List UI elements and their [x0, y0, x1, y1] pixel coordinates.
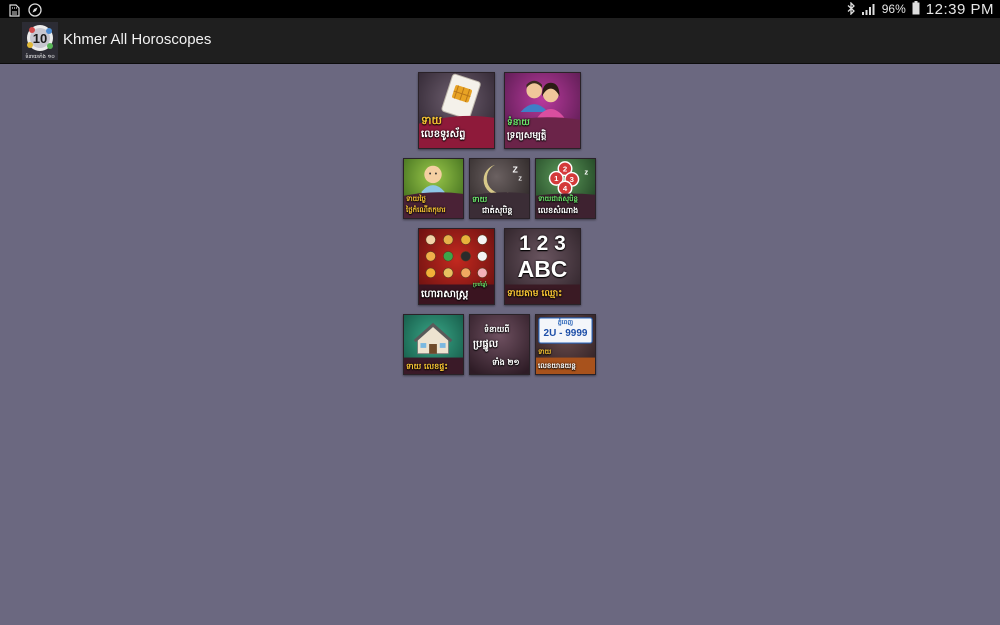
signal-icon — [861, 0, 876, 19]
tile-caption-top: ទំនាយ — [507, 118, 530, 128]
tile-caption-top: ទាយ — [421, 114, 442, 127]
tile-caption-main: ថ្ងៃកំណើតកុមារ — [406, 206, 446, 214]
svg-text:4: 4 — [563, 184, 568, 193]
tile-caption-top: ទាយថ្ងៃ — [406, 195, 426, 203]
tile-caption-top: ទំនាយពី — [484, 325, 510, 334]
tile-caption-top: ទាយ — [472, 195, 488, 204]
battery-percent: 96% — [881, 2, 906, 16]
tile-zodiac[interactable]: ហោរាសាស្ត្រ ប្រចាំឆ្នាំ — [418, 228, 495, 305]
status-bar: 96% 12:39 PM — [0, 0, 1000, 18]
tile-caption-main: ប្រផ្នូល — [473, 339, 499, 350]
tile-caption-top: ប្រចាំឆ្នាំ — [473, 282, 488, 288]
clock: 12:39 PM — [925, 0, 994, 18]
tile-caption-main: លេខទូរស័ព្ទ — [421, 129, 466, 140]
tile-phone-number[interactable]: ទាយ លេខទូរស័ព្ទ — [418, 72, 495, 149]
tile-numbers: 1 2 3 — [519, 232, 566, 255]
tile-caption-main: ហោរាសាស្ត្រ — [421, 289, 469, 300]
app-icon-badge: 10 — [33, 31, 47, 46]
plate-number: 2U - 9999 — [543, 328, 588, 339]
tile-caption-main: ទ្រព្យសម្បត្តិ — [507, 131, 547, 141]
tile-daily-fortune[interactable]: ទំនាយពី ប្រផ្នូល ទាំង ២១ — [469, 314, 530, 375]
svg-text:1: 1 — [554, 174, 559, 183]
svg-text:3: 3 — [570, 175, 575, 184]
app-icon[interactable]: 10 ទំនាយទាំង ១០ — [22, 22, 58, 60]
tile-caption-top: ទាយ — [538, 348, 552, 356]
tile-name[interactable]: 1 2 3 ABC ទាយតាម ឈ្មោះ — [504, 228, 581, 305]
tile-caption-main: លេខសំណាង — [538, 206, 579, 215]
tile-birth-day[interactable]: ទាយថ្ងៃ ថ្ងៃកំណើតកុមារ — [403, 158, 464, 219]
tile-house-number[interactable]: ទាយ លេខផ្ទះ — [403, 314, 464, 375]
tile-caption-main: ទាយតាម ឈ្មោះ — [507, 289, 563, 299]
plate-province: ភ្នំពេញ — [557, 319, 574, 326]
tile-caption-main: ជាត់សុបិន្ត — [482, 206, 513, 215]
tile-dream[interactable]: Z Z ទាយ ជាត់សុបិន្ត — [469, 158, 530, 219]
battery-icon — [912, 0, 920, 19]
tile-caption-bottom: ទាំង ២១ — [492, 358, 520, 367]
app-title: Khmer All Horoscopes — [63, 31, 212, 48]
svg-text:Z: Z — [518, 176, 522, 182]
tile-dream-lottery[interactable]: 2 1 3 4 z ទាយជាត់សុបិន្ត លេខសំណាង — [535, 158, 596, 219]
tile-letters: ABC — [517, 256, 568, 282]
status-right: 96% 12:39 PM — [847, 0, 994, 18]
action-bar: 10 ទំនាយទាំង ១០ Khmer All Horoscopes — [0, 18, 1000, 64]
tile-caption-main: លេខយានយន្ត — [538, 362, 576, 370]
tile-caption-main: ទាយ លេខផ្ទះ — [406, 362, 448, 371]
app-icon-caption: ទំនាយទាំង ១០ — [25, 53, 55, 60]
svg-text:z: z — [584, 167, 588, 176]
tile-wealth[interactable]: ទំនាយ ទ្រព្យសម្បត្តិ — [504, 72, 581, 149]
svg-text:Z: Z — [513, 165, 519, 175]
tile-plate-number[interactable]: ភ្នំពេញ 2U - 9999 ទាយ លេខយានយន្ត — [535, 314, 596, 375]
bluetooth-icon — [847, 0, 856, 19]
tile-caption-top: ទាយជាត់សុបិន្ត — [538, 195, 578, 203]
svg-text:2: 2 — [563, 165, 567, 174]
